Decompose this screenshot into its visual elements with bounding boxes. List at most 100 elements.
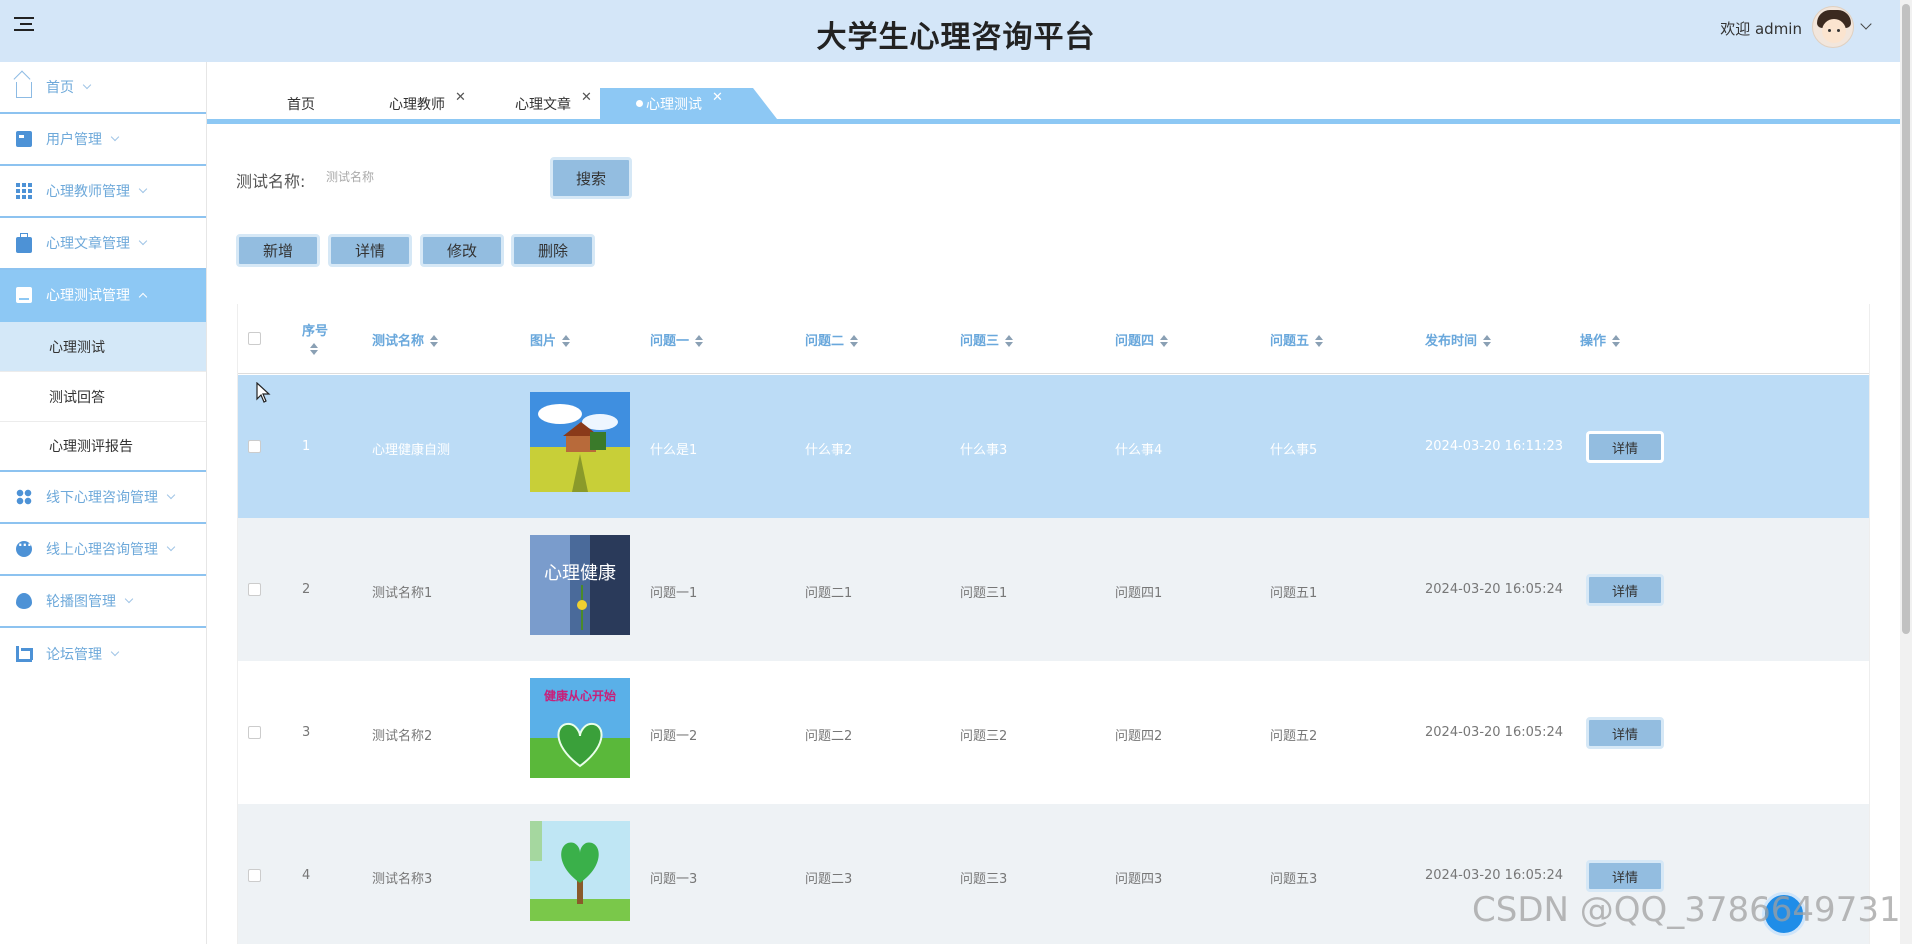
table-row[interactable]: 1 心理健康自测 什么是1 什么事2 什么事3 什么事4 什么事5 2024-0… (238, 375, 1869, 518)
scrollbar[interactable] (1900, 0, 1912, 944)
sidebar-item-home[interactable]: 首页 (0, 62, 206, 114)
sidebar-item-tests[interactable]: 心理测试管理 (0, 270, 206, 322)
search-input[interactable] (326, 160, 526, 194)
column-header-action[interactable]: 操作 (1580, 330, 1621, 349)
row-detail-button[interactable]: 详情 (1586, 574, 1664, 606)
sidebar-item-online-consult[interactable]: 线上心理咨询管理 (0, 524, 206, 576)
thumbnail-image: 心理健康 (530, 535, 630, 635)
chevron-down-icon (166, 542, 176, 552)
grid-icon (16, 183, 32, 199)
select-all-checkbox[interactable] (248, 332, 261, 345)
sidebar-item-label: 心理教师管理 (46, 184, 130, 200)
row-checkbox[interactable] (248, 726, 261, 739)
thumbnail-image (530, 392, 630, 492)
column-header-q4[interactable]: 问题四 (1115, 330, 1169, 349)
sidebar-subitem-answers[interactable]: 测试回答 (0, 372, 206, 422)
row-checkbox[interactable] (248, 583, 261, 596)
sidebar-item-offline-consult[interactable]: 线下心理咨询管理 (0, 472, 206, 524)
sort-icon[interactable] (1612, 335, 1621, 347)
column-header-time[interactable]: 发布时间 (1425, 330, 1492, 349)
search-button[interactable]: 搜索 (550, 157, 632, 199)
tab-teachers[interactable]: 心理教师 ✕ (389, 88, 466, 119)
cell-q1: 问题一3 (650, 872, 698, 887)
tab-home[interactable]: 首页 (287, 88, 315, 119)
cell-q3: 问题三1 (960, 586, 1008, 601)
thumbnail-image (530, 821, 630, 921)
sort-icon[interactable] (562, 335, 571, 347)
sort-icon[interactable] (1160, 335, 1169, 347)
thumbnail-text: 健康从心开始 (544, 688, 616, 703)
tab-articles[interactable]: 心理文章 ✕ (515, 88, 592, 119)
page-title: 大学生心理咨询平台 (816, 20, 1096, 55)
column-header-name[interactable]: 测试名称 (372, 330, 439, 349)
sidebar-item-label: 用户管理 (46, 132, 102, 148)
sidebar-item-users[interactable]: 用户管理 (0, 114, 206, 166)
active-dot-icon (636, 100, 643, 107)
sidebar-item-teachers[interactable]: 心理教师管理 (0, 166, 206, 218)
sidebar-item-label: 论坛管理 (46, 647, 102, 663)
cell-q1: 什么是1 (650, 443, 698, 458)
briefcase-icon (16, 232, 32, 253)
cell-time: 2024-03-20 16:05:24 (1425, 582, 1564, 597)
scrollbar-thumb[interactable] (1902, 4, 1910, 634)
row-detail-button[interactable]: 详情 (1586, 431, 1664, 463)
cell-q2: 问题二3 (805, 872, 853, 887)
sidebar-item-forum[interactable]: 论坛管理 (0, 628, 206, 680)
sidebar-subitem-tests[interactable]: 心理测试 (0, 322, 206, 372)
cell-q3: 什么事3 (960, 443, 1008, 458)
column-header-index[interactable]: 序号 (302, 320, 328, 357)
sort-icon[interactable] (1483, 335, 1492, 347)
table-row[interactable]: 2 测试名称1 心理健康 问题一1 问题二1 问题三1 问题四1 问题五1 20… (238, 518, 1869, 661)
thumbnail-text: 心理健康 (544, 563, 616, 584)
cell-time: 2024-03-20 16:05:24 (1425, 868, 1564, 883)
data-table: 序号 测试名称 图片 问题一 问题二 问题三 问题四 问题五 发布时间 操作 1… (237, 304, 1870, 944)
sidebar-item-label: 心理测试管理 (46, 288, 130, 304)
edit-button[interactable]: 修改 (420, 234, 504, 267)
column-header-q1[interactable]: 问题一 (650, 330, 704, 349)
sidebar-subitem-reports[interactable]: 心理测评报告 (0, 422, 206, 472)
close-icon[interactable]: ✕ (455, 90, 466, 105)
sidebar-item-carousel[interactable]: 轮播图管理 (0, 576, 206, 628)
mouse-cursor-icon (256, 382, 271, 403)
sort-icon[interactable] (430, 335, 439, 347)
column-header-q5[interactable]: 问题五 (1270, 330, 1324, 349)
sidebar: 首页 用户管理 心理教师管理 心理文章管理 心理测试管理 心理测试 测试回答 心… (0, 62, 207, 944)
cell-index: 4 (302, 868, 311, 883)
row-detail-button[interactable]: 详情 (1586, 860, 1664, 892)
sort-icon[interactable] (695, 335, 704, 347)
cell-name: 心理健康自测 (372, 443, 451, 458)
cell-q1: 问题一2 (650, 729, 698, 744)
column-header-image[interactable]: 图片 (530, 330, 571, 349)
sidebar-item-articles[interactable]: 心理文章管理 (0, 218, 206, 270)
add-button[interactable]: 新增 (236, 234, 320, 267)
cell-q5: 问题五1 (1270, 586, 1318, 601)
id-card-icon (16, 131, 32, 147)
row-checkbox[interactable] (248, 869, 261, 882)
delete-button[interactable]: 删除 (511, 234, 595, 267)
detail-button[interactable]: 详情 (328, 234, 412, 267)
row-detail-button[interactable]: 详情 (1586, 717, 1664, 749)
row-checkbox[interactable] (248, 440, 261, 453)
chevron-down-icon (166, 490, 176, 500)
close-icon[interactable]: ✕ (581, 90, 592, 105)
home-icon (16, 82, 32, 98)
close-icon[interactable]: ✕ (712, 90, 723, 105)
column-header-q2[interactable]: 问题二 (805, 330, 859, 349)
tab-tests[interactable]: 心理测试 ✕ (600, 88, 777, 119)
sort-icon[interactable] (310, 343, 318, 355)
sort-icon[interactable] (1005, 335, 1014, 347)
cell-q4: 什么事4 (1115, 443, 1163, 458)
sidebar-item-label: 首页 (46, 80, 74, 96)
chevron-down-icon (138, 236, 148, 246)
chat-icon (16, 538, 32, 557)
column-header-q3[interactable]: 问题三 (960, 330, 1014, 349)
sort-icon[interactable] (1315, 335, 1324, 347)
chevron-down-icon (82, 80, 92, 90)
avatar[interactable] (1812, 6, 1854, 48)
sort-icon[interactable] (850, 335, 859, 347)
sidebar-item-label: 心理文章管理 (46, 236, 130, 252)
welcome-text: 欢迎 admin (1720, 20, 1802, 38)
table-header: 序号 测试名称 图片 问题一 问题二 问题三 问题四 问题五 发布时间 操作 (238, 304, 1869, 374)
table-row[interactable]: 3 测试名称2 健康从心开始 问题一2 问题二2 问题三2 问题四2 问题五2 … (238, 661, 1869, 804)
tab-label: 首页 (287, 96, 315, 113)
